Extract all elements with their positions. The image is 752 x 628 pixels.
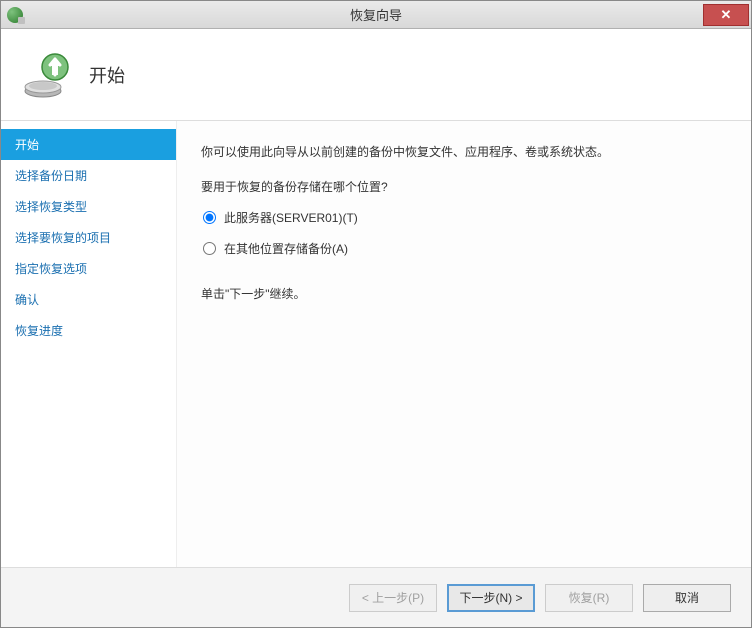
window-title: 恢复向导 (350, 5, 402, 24)
sidebar-item-progress[interactable]: 恢复进度 (1, 315, 176, 346)
wizard-body: 开始 选择备份日期 选择恢复类型 选择要恢复的项目 指定恢复选项 确认 恢复进度… (1, 121, 751, 567)
wizard-content: 你可以使用此向导从以前创建的备份中恢复文件、应用程序、卷或系统状态。 要用于恢复… (176, 121, 751, 567)
sidebar-item-label: 开始 (15, 138, 39, 152)
radio-input-other-location[interactable] (203, 242, 216, 255)
close-button[interactable]: ✕ (703, 4, 749, 26)
wizard-footer: < 上一步(P) 下一步(N) > 恢复(R) 取消 (1, 567, 751, 627)
recover-button: 恢复(R) (545, 584, 633, 612)
content-description: 你可以使用此向导从以前创建的备份中恢复文件、应用程序、卷或系统状态。 (201, 143, 727, 162)
sidebar-item-select-items[interactable]: 选择要恢复的项目 (1, 222, 176, 253)
content-question: 要用于恢复的备份存储在哪个位置? (201, 178, 727, 195)
radio-this-server[interactable]: 此服务器(SERVER01)(T) (203, 209, 727, 226)
sidebar-item-select-date[interactable]: 选择备份日期 (1, 160, 176, 191)
sidebar-item-label: 选择恢复类型 (15, 200, 87, 214)
radio-label: 在其他位置存储备份(A) (224, 240, 348, 257)
sidebar: 开始 选择备份日期 选择恢复类型 选择要恢复的项目 指定恢复选项 确认 恢复进度 (1, 121, 176, 567)
radio-other-location[interactable]: 在其他位置存储备份(A) (203, 240, 727, 257)
sidebar-item-label: 指定恢复选项 (15, 262, 87, 276)
app-icon (7, 7, 23, 23)
sidebar-item-select-type[interactable]: 选择恢复类型 (1, 191, 176, 222)
radio-label: 此服务器(SERVER01)(T) (224, 209, 358, 226)
radio-input-this-server[interactable] (203, 211, 216, 224)
sidebar-item-start[interactable]: 开始 (1, 129, 176, 160)
sidebar-item-confirm[interactable]: 确认 (1, 284, 176, 315)
sidebar-item-label: 选择要恢复的项目 (15, 231, 111, 245)
close-icon: ✕ (721, 7, 732, 23)
wizard-header: 开始 (1, 29, 751, 121)
page-title: 开始 (89, 62, 125, 88)
prev-button: < 上一步(P) (349, 584, 437, 612)
wizard-icon (19, 49, 71, 101)
sidebar-item-options[interactable]: 指定恢复选项 (1, 253, 176, 284)
titlebar: 恢复向导 ✕ (1, 1, 751, 29)
sidebar-item-label: 恢复进度 (15, 324, 63, 338)
sidebar-item-label: 选择备份日期 (15, 169, 87, 183)
content-hint: 单击"下一步"继续。 (201, 285, 727, 302)
sidebar-item-label: 确认 (15, 293, 39, 307)
next-button[interactable]: 下一步(N) > (447, 584, 535, 612)
cancel-button[interactable]: 取消 (643, 584, 731, 612)
